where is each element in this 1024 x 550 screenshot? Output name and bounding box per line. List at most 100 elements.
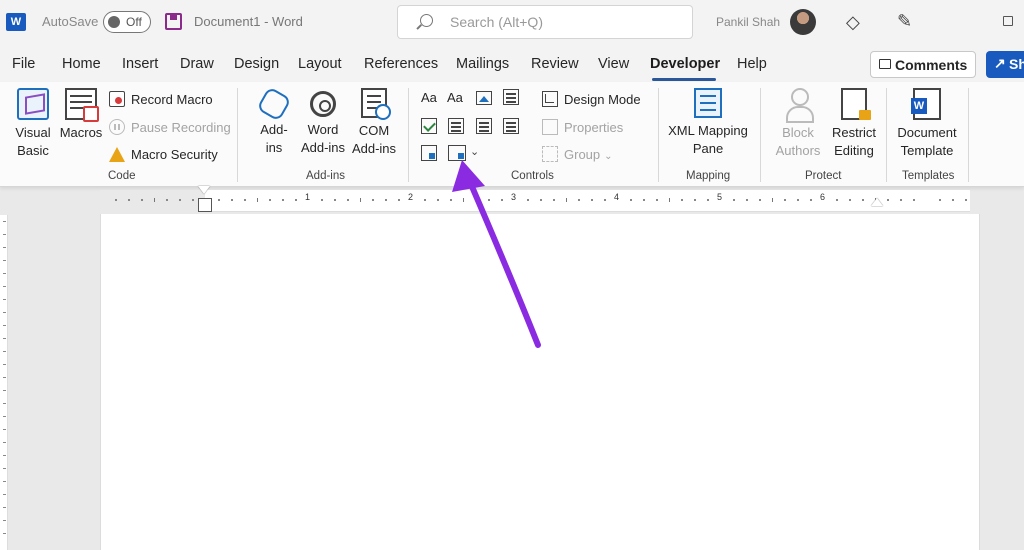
tab-mailings[interactable]: Mailings [456,56,509,72]
autosave-toggle[interactable]: Off [103,11,151,33]
ruler-dot [449,199,452,201]
picture-control-icon[interactable] [476,91,492,105]
addins-button[interactable]: Add-ins [253,86,295,157]
properties-label: Properties [564,120,624,135]
search-input[interactable]: Search (Alt+Q) [450,14,543,30]
block-authors-button[interactable]: Block Authors [767,88,829,160]
document-template-label: Document Template [897,125,957,158]
record-macro-label: Record Macro [131,92,213,107]
tab-review[interactable]: Review [531,56,579,72]
pause-recording-button[interactable]: Pause Recording [109,119,231,136]
ruler-dot [295,199,298,201]
person-icon [784,88,814,123]
ruler-dot [436,199,439,201]
macro-security-label: Macro Security [131,147,218,162]
legacy-tools-chevron-down-icon[interactable]: ⌄ [470,145,479,158]
document-page[interactable] [100,214,980,550]
dropdown-list-control-icon[interactable] [476,118,492,134]
user-name[interactable]: Pankil Shah [716,15,780,29]
left-indent-marker[interactable] [198,186,212,212]
tab-design[interactable]: Design [234,56,279,72]
word-addins-button[interactable]: Word Add-ins [298,88,348,157]
vertical-ruler-tick [3,247,6,248]
comments-button[interactable]: Comments [870,51,976,78]
tab-references[interactable]: References [364,56,438,72]
ruler-dot [526,199,529,201]
ruler-dot [475,199,478,201]
ruler-dot [578,199,581,201]
ruler-tick [359,198,361,202]
tab-file[interactable]: File [12,56,35,72]
combo-box-control-icon[interactable] [448,118,464,134]
document-template-button[interactable]: Document Template [892,88,962,160]
rich-text-control-icon[interactable]: Aa [421,90,437,105]
horizontal-ruler[interactable]: 1 2 3 4 5 6 [100,190,970,212]
vertical-ruler-tick [3,442,6,443]
ruler-dot [346,199,349,201]
ruler-number: 3 [511,192,517,202]
vertical-ruler-tick [3,429,6,430]
ribbon-tabs: File Home Insert Draw Design Layout Refe… [0,45,1024,82]
block-authors-label: Block Authors [775,125,821,158]
share-label: Sh [1009,56,1024,72]
comments-label: Comments [895,57,968,73]
save-icon[interactable] [165,13,182,30]
group-separator [968,88,969,182]
checkbox-control-icon[interactable] [421,118,437,134]
group-separator [886,88,887,182]
visual-basic-label: Visual Basic [15,125,51,158]
restore-window-icon[interactable] [1003,16,1013,26]
record-macro-button[interactable]: Record Macro [109,91,213,108]
tab-view[interactable]: View [598,56,629,72]
group-button[interactable]: Group ⌄ [542,146,613,165]
vertical-ruler-tick [3,234,6,235]
title-bar: W AutoSave Off Document1 - Word Search (… [0,0,1024,45]
avatar[interactable] [790,9,816,35]
design-mode-button[interactable]: Design Mode [542,91,641,108]
visual-basic-button[interactable]: Visual Basic [8,88,58,160]
record-icon [109,91,125,107]
tab-help[interactable]: Help [737,56,767,72]
ruler-dot [732,199,735,201]
design-mode-label: Design Mode [564,92,641,107]
tab-draw[interactable]: Draw [180,56,214,72]
building-block-control-icon[interactable] [503,89,519,105]
plain-text-control-icon[interactable]: Aa [447,90,463,105]
group-label-protect: Protect [805,170,842,182]
right-indent-marker[interactable] [871,198,883,206]
properties-button[interactable]: Properties [542,119,623,136]
warning-icon [109,146,125,162]
legacy-tools-icon[interactable] [448,145,466,161]
restrict-editing-button[interactable]: Restrict Editing [828,88,880,160]
ruler-dot [913,199,916,201]
ruler-dot [951,199,954,201]
group-label-controls: Controls [511,170,554,182]
ruler-dot [745,199,748,201]
xml-mapping-icon [694,88,722,118]
ruler-dot [179,199,182,201]
com-addins-button[interactable]: COM Add-ins [348,88,400,158]
macros-button[interactable]: Macros [58,88,104,142]
ruler-number: 5 [717,192,723,202]
document-title: Document1 - Word [194,14,303,29]
vertical-ruler-tick [3,286,6,287]
autosave-label: AutoSave [42,14,99,29]
share-button[interactable]: ↗ Sh [986,51,1024,78]
search-box[interactable]: Search (Alt+Q) [397,5,693,39]
ruler-dot [900,199,903,201]
tab-layout[interactable]: Layout [298,56,342,72]
ruler-number: 4 [614,192,620,202]
tab-home[interactable]: Home [62,56,101,72]
diamond-icon[interactable]: ◇ [846,12,860,33]
vertical-ruler-tick [3,377,6,378]
repeating-section-control-icon[interactable] [421,145,437,161]
ruler-dot [423,199,426,201]
date-picker-control-icon[interactable] [503,118,519,134]
pen-icon[interactable]: ✎ [897,11,912,32]
vertical-ruler-tick [3,520,6,521]
pause-icon [109,119,125,135]
macro-security-button[interactable]: Macro Security [109,146,218,163]
tab-insert[interactable]: Insert [122,56,158,72]
xml-mapping-pane-button[interactable]: XML Mapping Pane [664,88,752,158]
tab-developer[interactable]: Developer [650,56,720,72]
